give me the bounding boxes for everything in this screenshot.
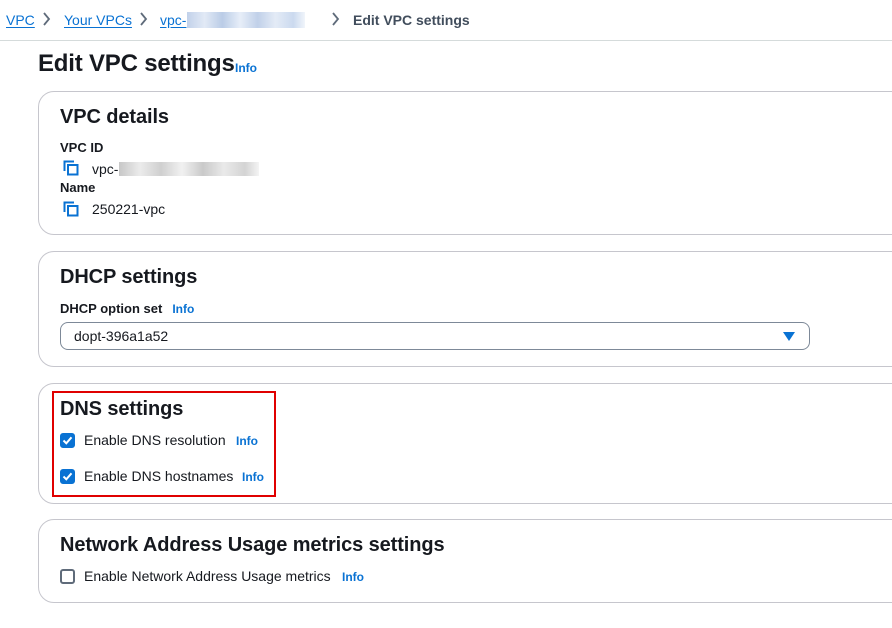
nau-metrics-label[interactable]: Enable Network Address Usage metrics [84, 568, 331, 584]
redacted-text [187, 12, 306, 28]
redacted-text [119, 162, 260, 176]
chevron-right-icon [332, 12, 340, 26]
dhcp-settings-heading: DHCP settings [60, 266, 198, 288]
breadcrumb-your-vpcs-link[interactable]: Your VPCs [64, 11, 132, 29]
vpc-details-heading: VPC details [60, 106, 169, 128]
chevron-right-icon [43, 12, 51, 26]
breadcrumb-vpc-link[interactable]: VPC [6, 11, 35, 29]
highlight-box [52, 391, 276, 497]
dhcp-option-set-text: DHCP option set [60, 301, 163, 316]
name-value: 250221-vpc [92, 201, 166, 217]
name-label: Name [60, 180, 96, 195]
dhcp-info-link[interactable]: Info [172, 302, 194, 316]
vpc-id-label: VPC ID [60, 140, 104, 155]
breadcrumb: VPC Your VPCs vpc- Edit VPC settings [0, 0, 892, 41]
copy-icon[interactable] [63, 160, 79, 176]
vpc-id-value: vpc- [92, 161, 260, 177]
page-title: Edit VPC settings [38, 50, 235, 77]
breadcrumb-vpc-id-text: vpc- [160, 12, 187, 28]
caret-down-icon [783, 332, 795, 341]
dhcp-option-set-select[interactable]: dopt-396a1a52 [60, 322, 810, 350]
nau-settings-container: Network Address Usage metrics settings E… [38, 519, 892, 603]
nau-settings-heading: Network Address Usage metrics settings [60, 534, 445, 556]
chevron-right-icon [140, 12, 148, 26]
breadcrumb-vpc-id-link[interactable]: vpc- [160, 11, 306, 29]
vpc-details-container: VPC details VPC ID vpc- Name 250221-vpc [38, 91, 892, 235]
breadcrumb-current: Edit VPC settings [353, 12, 470, 28]
dhcp-option-set-label: DHCP option set Info [60, 301, 194, 316]
vpc-id-text: vpc- [92, 161, 119, 177]
page-info-link[interactable]: Info [235, 61, 257, 75]
nau-metrics-info-link[interactable]: Info [342, 570, 364, 584]
dhcp-option-set-value: dopt-396a1a52 [74, 328, 169, 344]
nau-metrics-checkbox[interactable] [60, 569, 75, 584]
dhcp-settings-container: DHCP settings DHCP option set Info dopt-3… [38, 251, 892, 367]
copy-icon[interactable] [63, 201, 79, 217]
